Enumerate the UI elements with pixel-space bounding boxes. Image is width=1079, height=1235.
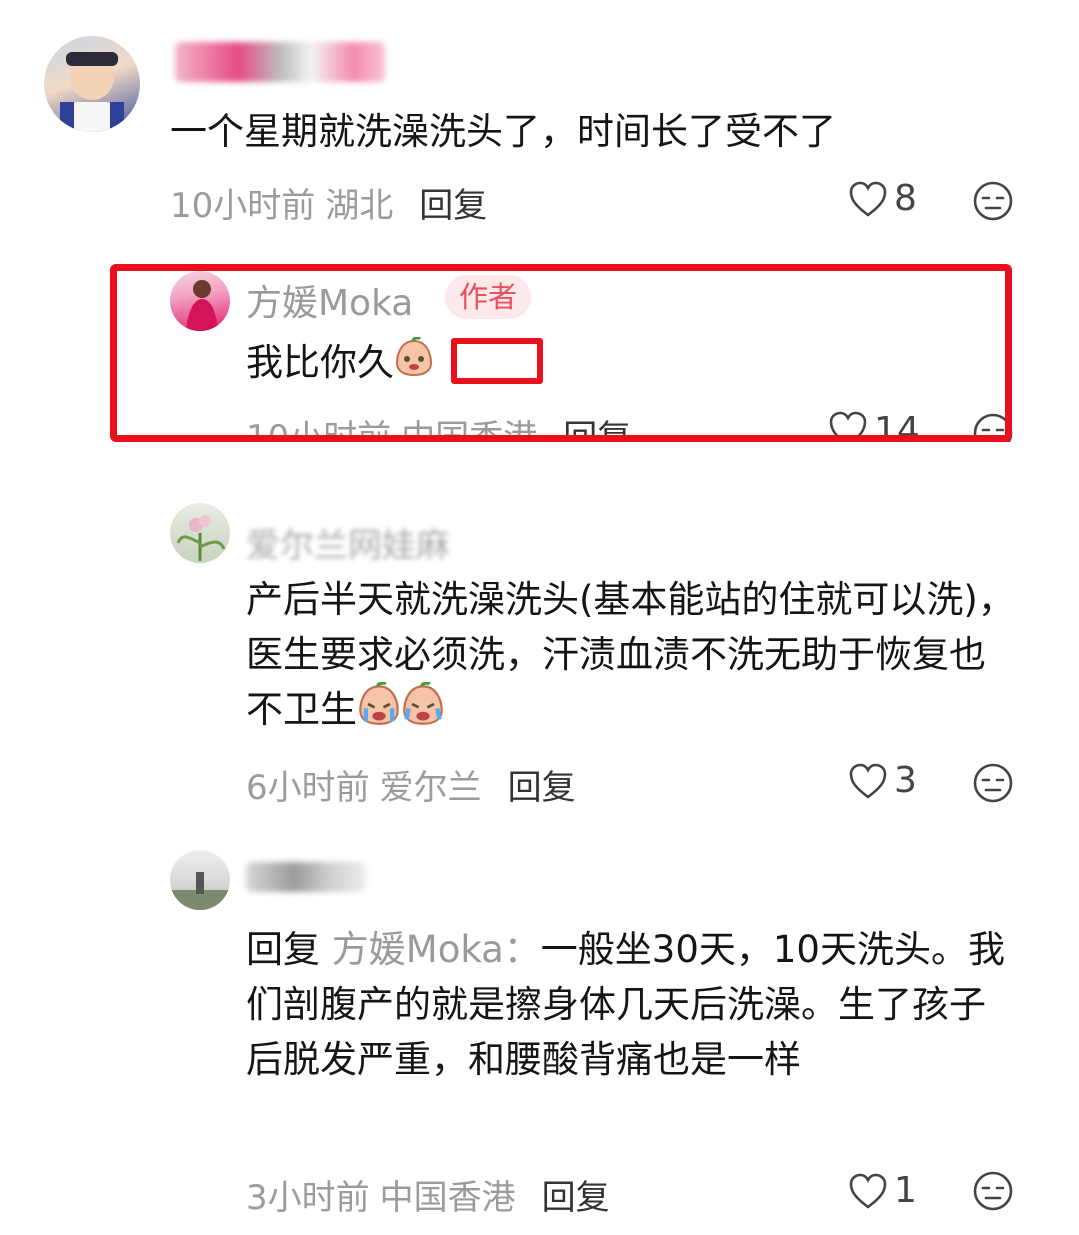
sleepy-face-icon — [973, 763, 1013, 803]
reply-button[interactable]: 回复 — [419, 186, 487, 226]
comment-location: 中国香港 — [379, 1178, 516, 1218]
heart-icon — [849, 1173, 887, 1209]
username-blurred[interactable] — [175, 42, 385, 82]
comment-meta: 10小时前 湖北 回复 — [170, 178, 487, 227]
reply-prefix: 回复 — [246, 928, 320, 971]
reply-button[interactable]: 回复 — [508, 768, 576, 808]
sleepy-face-icon — [973, 181, 1013, 221]
avatar[interactable] — [170, 503, 230, 563]
scenery-avatar-icon — [170, 872, 230, 910]
comment-text: 回复 方媛Moka：一般坐30天，10天洗头。我们剖腹产的就是擦身体几天后洗澡。… — [246, 922, 1016, 1087]
child-avatar-icon — [60, 52, 124, 132]
comment-time: 10小时前 — [170, 186, 316, 226]
username[interactable]: 爱尔兰网娃麻 — [246, 518, 450, 567]
emoji-reaction-button[interactable] — [972, 1170, 1014, 1216]
crying-sticker-icon — [401, 681, 445, 741]
like-button[interactable]: 3 — [848, 760, 917, 801]
like-count: 1 — [894, 1170, 917, 1211]
username-blurred[interactable] — [246, 862, 366, 892]
reply-target-user[interactable]: 方媛Moka： — [332, 928, 541, 971]
crying-sticker-icon — [357, 681, 401, 741]
comment-meta: 3小时前 中国香港 回复 — [246, 1170, 610, 1219]
avatar[interactable] — [44, 36, 140, 132]
emoji-reaction-button[interactable] — [972, 180, 1014, 226]
emoji-reaction-button[interactable] — [972, 762, 1014, 808]
comment-text: 一个星期就洗澡洗头了，时间长了受不了 — [170, 110, 836, 153]
redaction-box — [451, 338, 543, 384]
sleepy-face-icon — [973, 1171, 1013, 1211]
heart-icon — [849, 763, 887, 799]
like-button[interactable]: 8 — [848, 178, 917, 219]
comment-text: 产后半天就洗澡洗头(基本能站的住就可以洗)，医生要求必须洗，汗渍血渍不洗无助于恢… — [246, 572, 1021, 741]
comment-location: 爱尔兰 — [379, 768, 482, 808]
heart-icon — [849, 181, 887, 217]
avatar[interactable] — [170, 850, 230, 910]
like-count: 3 — [894, 760, 917, 801]
comment-time: 3小时前 — [246, 1178, 370, 1218]
reply-button[interactable]: 回复 — [542, 1178, 610, 1218]
flower-avatar-icon — [176, 515, 226, 561]
comment-time: 6小时前 — [246, 768, 370, 808]
comment-location: 湖北 — [325, 186, 394, 226]
like-count: 8 — [894, 178, 917, 219]
highlight-annotation-box — [110, 264, 1012, 442]
like-button[interactable]: 1 — [848, 1170, 917, 1211]
comment-meta: 6小时前 爱尔兰 回复 — [246, 760, 576, 809]
